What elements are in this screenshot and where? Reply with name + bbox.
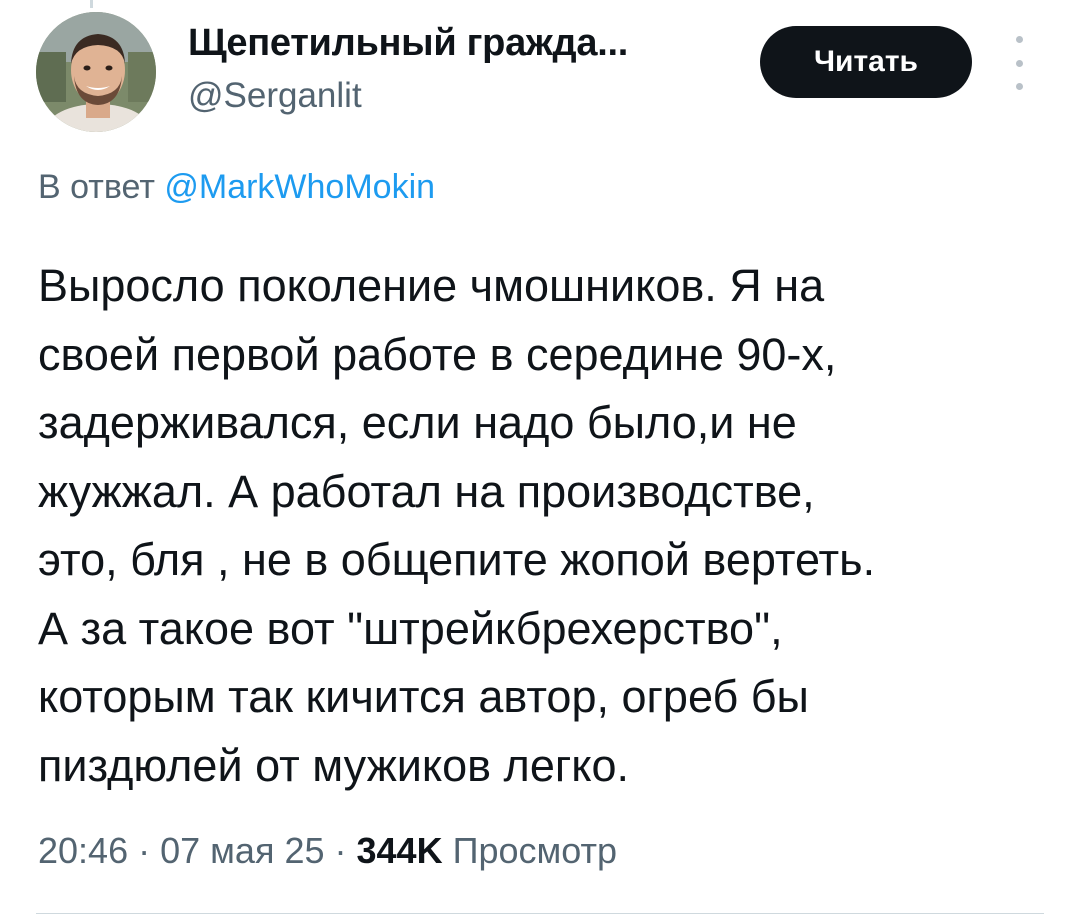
avatar[interactable]	[36, 12, 156, 132]
reply-prefix: В ответ	[38, 168, 155, 206]
dot	[1015, 59, 1023, 67]
tweet-line: которым так кичится автор, огреб бы	[38, 671, 809, 722]
tweet-meta: 20:46 · 07 мая 25 · 344K Просмотр	[38, 830, 617, 872]
tweet-line: А за такое вот "штрейкбрехерство",	[38, 602, 783, 654]
thread-connector-line	[90, 0, 93, 8]
meta-separator: ·	[138, 830, 151, 871]
tweet-line: пиздюлей от мужиков легко.	[38, 739, 629, 791]
author-handle[interactable]: @Serganlit	[188, 76, 362, 116]
tweet-time[interactable]: 20:46	[38, 830, 128, 871]
views-label: Просмотр	[452, 830, 618, 871]
author-display-name[interactable]: Щепетильный гражда...	[188, 22, 628, 65]
meta-separator: ·	[334, 830, 347, 871]
tweet-line: задерживался, если надо было,и не	[38, 397, 797, 448]
views-count[interactable]: 344K	[357, 830, 443, 871]
reply-to-link[interactable]: @MarkWhoMokin	[164, 168, 435, 206]
tweet-date[interactable]: 07 мая 25	[160, 830, 324, 871]
tweet-line: это, бля , не в общепите жопой вертеть.	[38, 534, 876, 585]
dot	[1015, 83, 1023, 90]
tweet-line: Выросло поколение чмошников. Я на	[38, 260, 825, 311]
more-vertical-icon[interactable]	[1004, 36, 1034, 90]
follow-button[interactable]: Читать	[760, 26, 972, 98]
tweet-line: своей первой работе в середине 90-х,	[38, 328, 837, 380]
dot	[1015, 36, 1023, 43]
user-photo-avatar-icon	[36, 12, 156, 132]
divider	[36, 913, 1044, 914]
reply-context: В ответ @MarkWhoMokin	[38, 168, 435, 207]
tweet-line: жужжал. А работал на производстве,	[38, 465, 815, 517]
tweet-text: Выросло поколение чмошников. Я на своей …	[38, 252, 1048, 800]
